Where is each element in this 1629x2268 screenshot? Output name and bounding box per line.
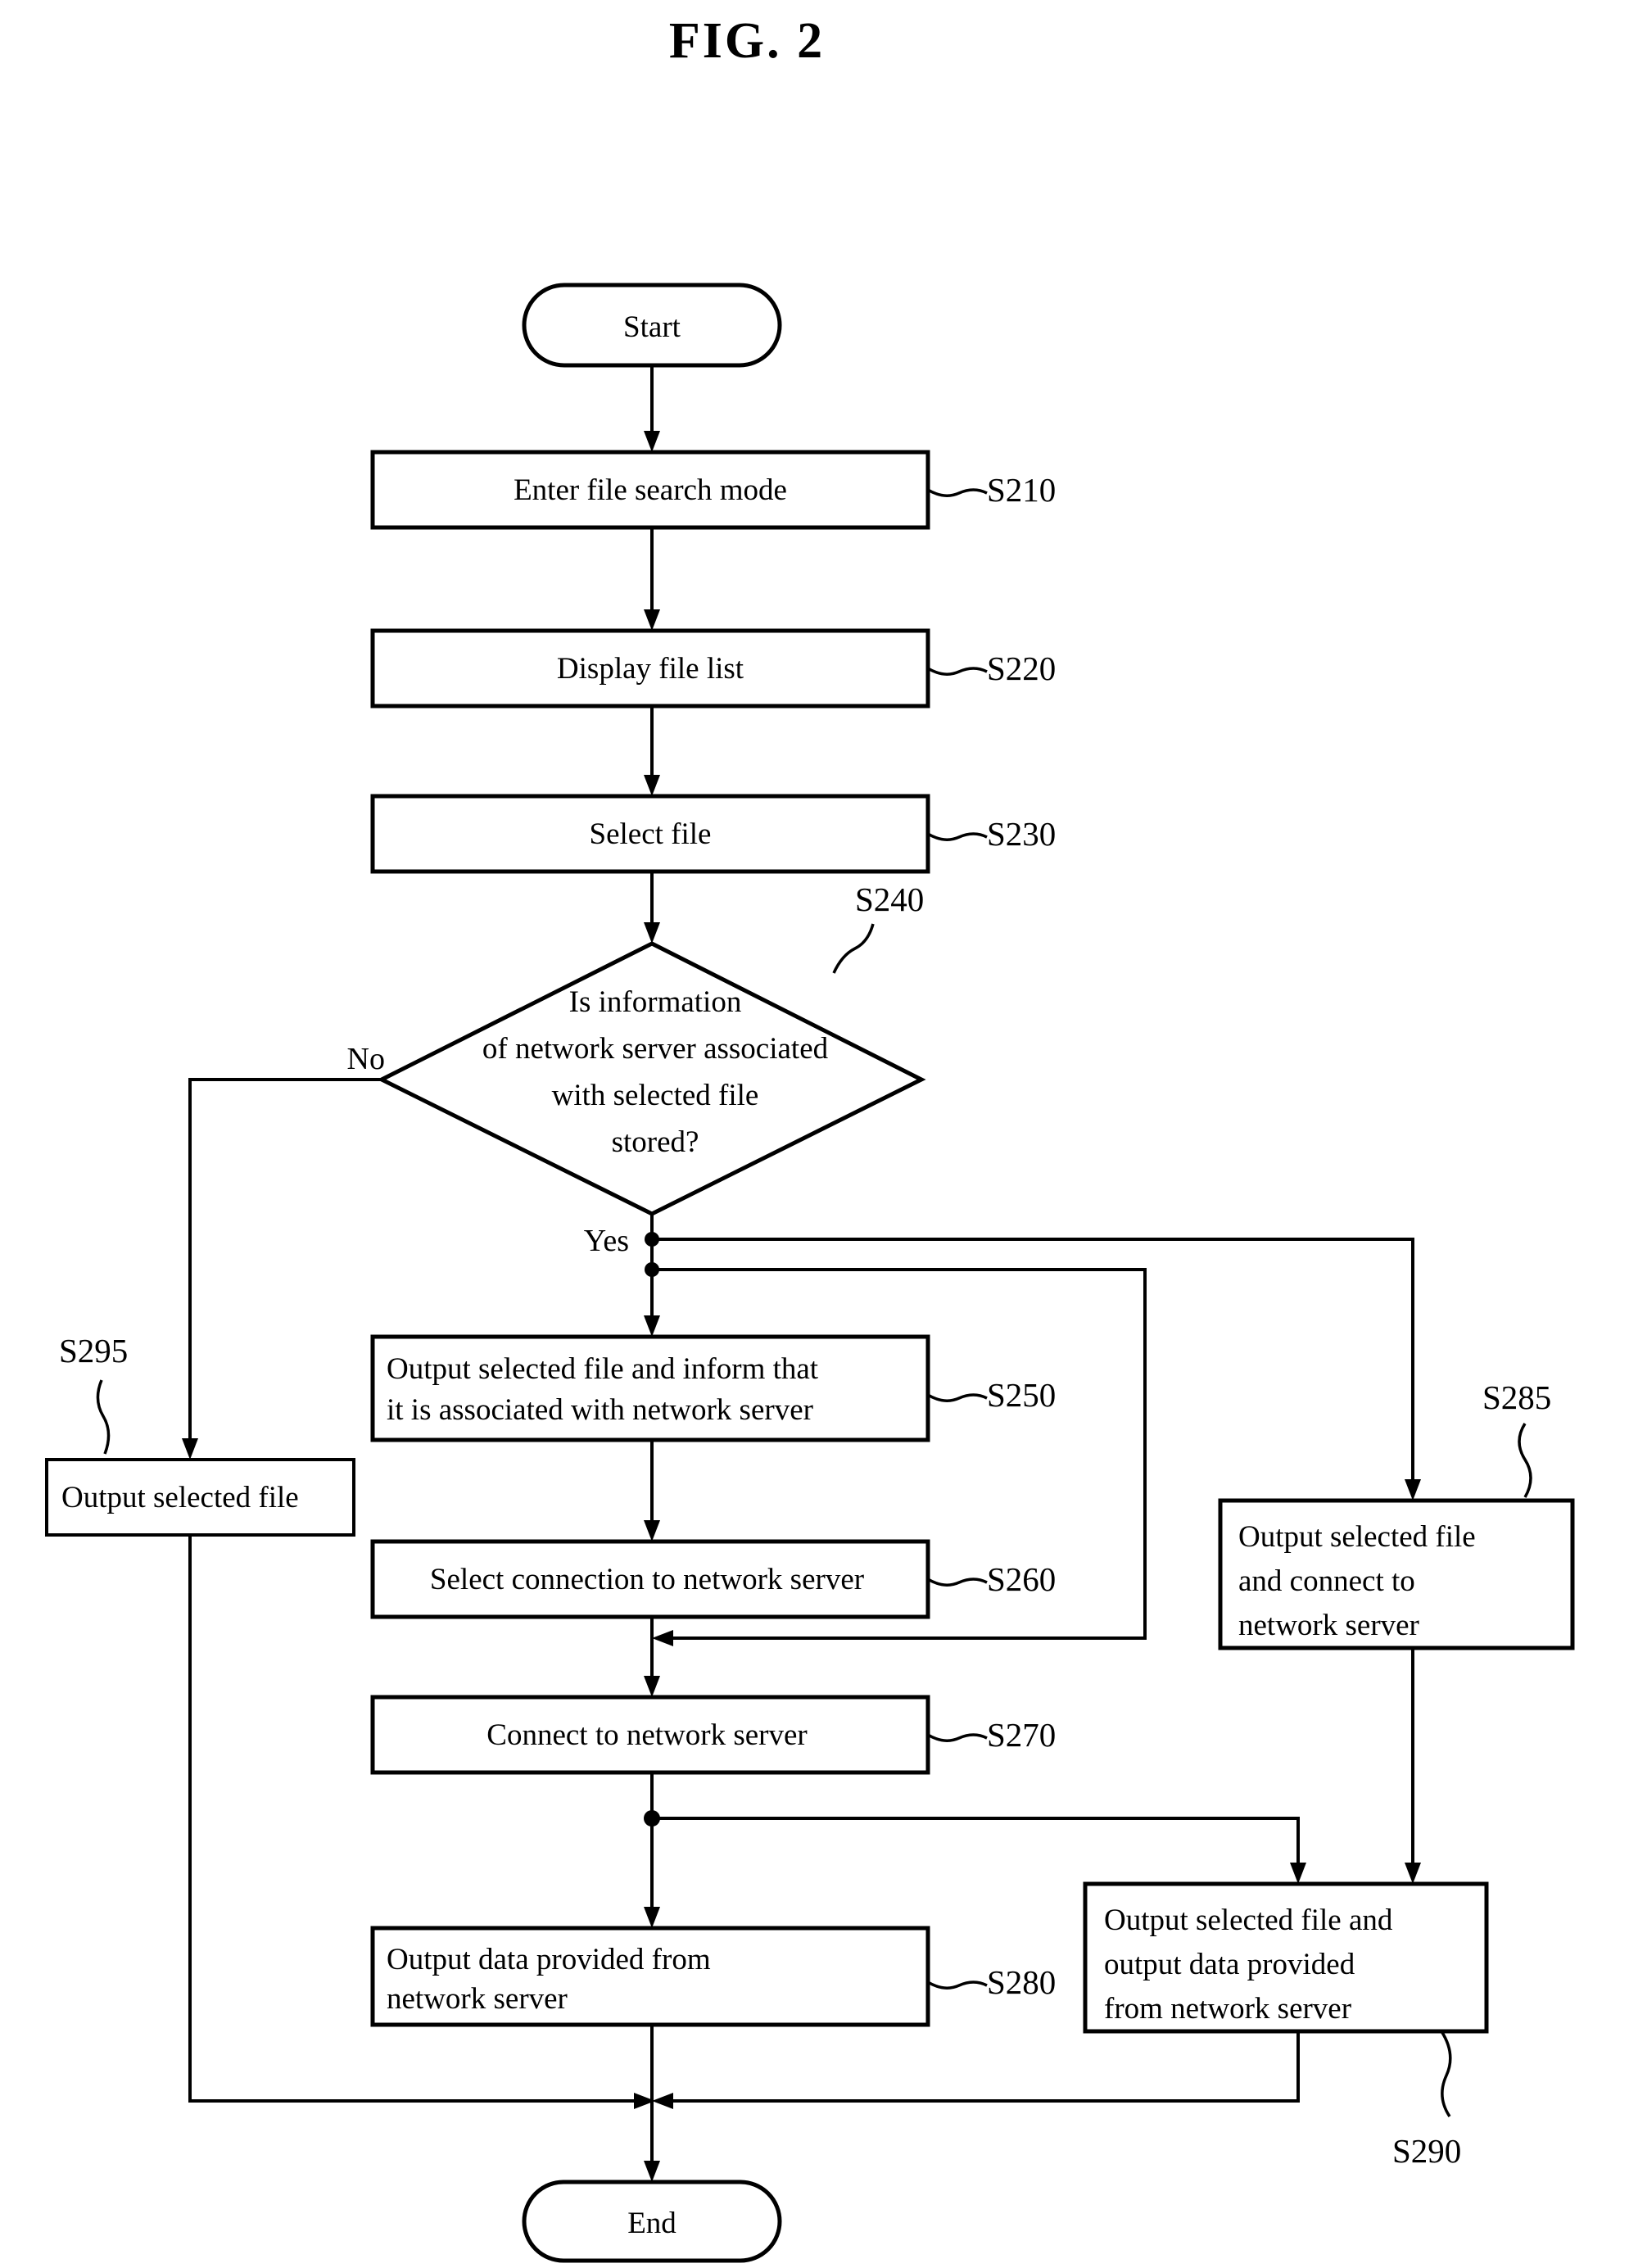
arrowhead-s290-left [1290, 1863, 1306, 1884]
node-s280-line1: Output data provided from [387, 1943, 711, 1976]
arrowhead-end [644, 2161, 660, 2182]
node-s220-label: Display file list [557, 652, 744, 686]
step-ref-s290: S290 [1392, 2132, 1461, 2170]
leader-s220 [927, 667, 988, 676]
node-s290-line3: from network server [1104, 1992, 1351, 2026]
leader-s240 [832, 923, 875, 974]
node-s295-label: Output selected file [61, 1481, 299, 1514]
leader-s280 [927, 1981, 988, 1990]
node-s290-line2: output data provided [1104, 1948, 1355, 1981]
arrowhead-s270-join [652, 1630, 673, 1646]
step-ref-s240: S240 [855, 880, 924, 918]
step-ref-s250: S250 [987, 1376, 1056, 1414]
step-ref-s210: S210 [987, 471, 1056, 509]
node-s285-line1: Output selected file [1238, 1520, 1476, 1554]
node-s260-label: Select connection to network server [430, 1563, 864, 1596]
leader-s285 [1518, 1423, 1532, 1498]
arrowhead-s260 [644, 1520, 660, 1541]
node-s285-line2: and connect to [1238, 1564, 1415, 1598]
node-s230-label: Select file [590, 817, 712, 851]
leader-s210 [927, 488, 988, 497]
arrowhead-s230 [644, 775, 660, 796]
node-s250-line2: it is associated with network server [387, 1393, 813, 1427]
step-ref-s295: S295 [59, 1332, 128, 1369]
figure-root: FIG. 2 Start Enter file search mode S210… [0, 0, 1629, 2268]
step-ref-s220: S220 [987, 650, 1056, 687]
arrowhead-s220 [644, 609, 660, 631]
leader-s230 [927, 832, 988, 841]
arrowhead-merge-right [652, 2093, 673, 2109]
arrowhead-s285 [1405, 1479, 1421, 1501]
node-s240-line2: of network server associated [482, 1032, 829, 1066]
branch-label-yes: Yes [584, 1224, 629, 1258]
leader-s295 [96, 1379, 111, 1455]
leader-s260 [927, 1578, 988, 1587]
arrowhead-s240 [644, 922, 660, 944]
node-end-label: End [627, 2207, 676, 2240]
node-s240-line3: with selected file [552, 1079, 759, 1112]
step-ref-s285: S285 [1482, 1378, 1551, 1416]
arrowhead-s210 [644, 431, 660, 452]
node-s285-line3: network server [1238, 1609, 1419, 1642]
node-start-label: Start [623, 310, 681, 344]
leader-s250 [927, 1393, 988, 1402]
node-s290-line1: Output selected file and [1104, 1904, 1393, 1937]
step-ref-s270: S270 [987, 1716, 1056, 1754]
node-s250-line1: Output selected file and inform that [387, 1352, 819, 1386]
node-s270-label: Connect to network server [486, 1718, 807, 1752]
leader-s290 [1440, 2030, 1452, 2117]
arrowhead-s280 [644, 1907, 660, 1928]
step-ref-s260: S260 [987, 1560, 1056, 1598]
edge-s270-to-s290 [652, 1817, 1300, 1872]
arrowhead-s290-right [1405, 1863, 1421, 1884]
arrowhead-s250 [644, 1315, 660, 1337]
arrowhead-s295 [182, 1438, 198, 1460]
figure-title: FIG. 2 [669, 13, 825, 69]
edge-no-to-s295 [188, 1078, 382, 1448]
flowchart-canvas: FIG. 2 Start Enter file search mode S210… [45, 13, 1575, 2263]
node-s280-line2: network server [387, 1982, 568, 2016]
step-ref-s230: S230 [987, 815, 1056, 853]
node-s210-label: Enter file search mode [514, 473, 787, 507]
step-ref-s280: S280 [987, 1963, 1056, 2001]
branch-label-no: No [347, 1042, 385, 1076]
edge-s290-to-end [663, 2031, 1300, 2103]
arrowhead-s270 [644, 1676, 660, 1697]
leader-s270 [927, 1733, 988, 1742]
node-s240-line1: Is information [569, 985, 742, 1019]
node-s240-line4: stored? [612, 1125, 699, 1159]
